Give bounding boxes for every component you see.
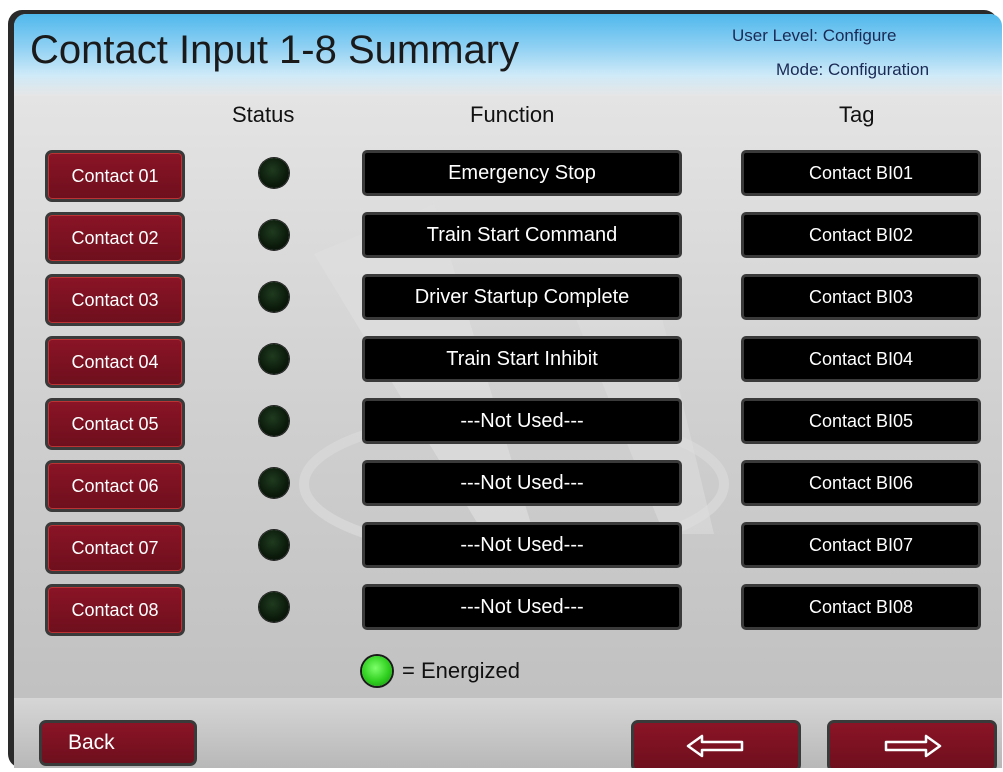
back-button-label: Back — [68, 731, 115, 754]
contact-02-tag: Contact BI02 — [741, 212, 981, 258]
contact-05-tag: Contact BI05 — [741, 398, 981, 444]
contact-06-tag: Contact BI06 — [741, 460, 981, 506]
contact-05-button[interactable]: Contact 05 — [45, 398, 185, 450]
contact-06-button[interactable]: Contact 06 — [45, 460, 185, 512]
hmi-screen: Contact Input 1-8 Summary User Level: Co… — [14, 14, 1002, 768]
energized-legend-led — [362, 656, 392, 686]
right-arrow-icon — [884, 734, 942, 758]
contact-03-status-led — [259, 282, 289, 312]
contact-06-status-led — [259, 468, 289, 498]
contact-02-function: Train Start Command — [362, 212, 682, 258]
contact-02-button[interactable]: Contact 02 — [45, 212, 185, 264]
back-button[interactable]: Back — [39, 720, 197, 766]
contact-07-button[interactable]: Contact 07 — [45, 522, 185, 574]
mode-label: Mode: Configuration — [776, 60, 930, 79]
page-title: Contact Input 1-8 Summary — [30, 28, 520, 72]
contact-07-function: ---Not Used--- — [362, 522, 682, 568]
contact-04-function: Train Start Inhibit — [362, 336, 682, 382]
contact-08-function: ---Not Used--- — [362, 584, 682, 630]
contact-08-tag: Contact BI08 — [741, 584, 981, 630]
contact-05-function: ---Not Used--- — [362, 398, 682, 444]
energized-legend-label: = Energized — [402, 658, 521, 683]
contact-08-status-led — [259, 592, 289, 622]
tag-column-header: Tag — [839, 102, 875, 127]
contact-04-status-led — [259, 344, 289, 374]
contact-01-status-led — [259, 158, 289, 188]
contact-05-status-led — [259, 406, 289, 436]
contact-01-tag: Contact BI01 — [741, 150, 981, 196]
contact-04-tag: Contact BI04 — [741, 336, 981, 382]
contact-04-button[interactable]: Contact 04 — [45, 336, 185, 388]
contact-03-function: Driver Startup Complete — [362, 274, 682, 320]
user-level-label: User Level: Configure — [732, 26, 897, 45]
contact-06-function: ---Not Used--- — [362, 460, 682, 506]
title-bar: Contact Input 1-8 Summary User Level: Co… — [14, 14, 1002, 96]
contact-02-status-led — [259, 220, 289, 250]
contact-07-tag: Contact BI07 — [741, 522, 981, 568]
status-column-header: Status — [232, 102, 295, 127]
contact-01-function: Emergency Stop — [362, 150, 682, 196]
previous-page-button[interactable] — [631, 720, 801, 768]
next-page-button[interactable] — [827, 720, 997, 768]
contact-07-status-led — [259, 530, 289, 560]
function-column-header: Function — [470, 102, 555, 127]
contact-03-tag: Contact BI03 — [741, 274, 981, 320]
contact-03-button[interactable]: Contact 03 — [45, 274, 185, 326]
contact-08-button[interactable]: Contact 08 — [45, 584, 185, 636]
left-arrow-icon — [686, 734, 744, 758]
contact-01-button[interactable]: Contact 01 — [45, 150, 185, 202]
